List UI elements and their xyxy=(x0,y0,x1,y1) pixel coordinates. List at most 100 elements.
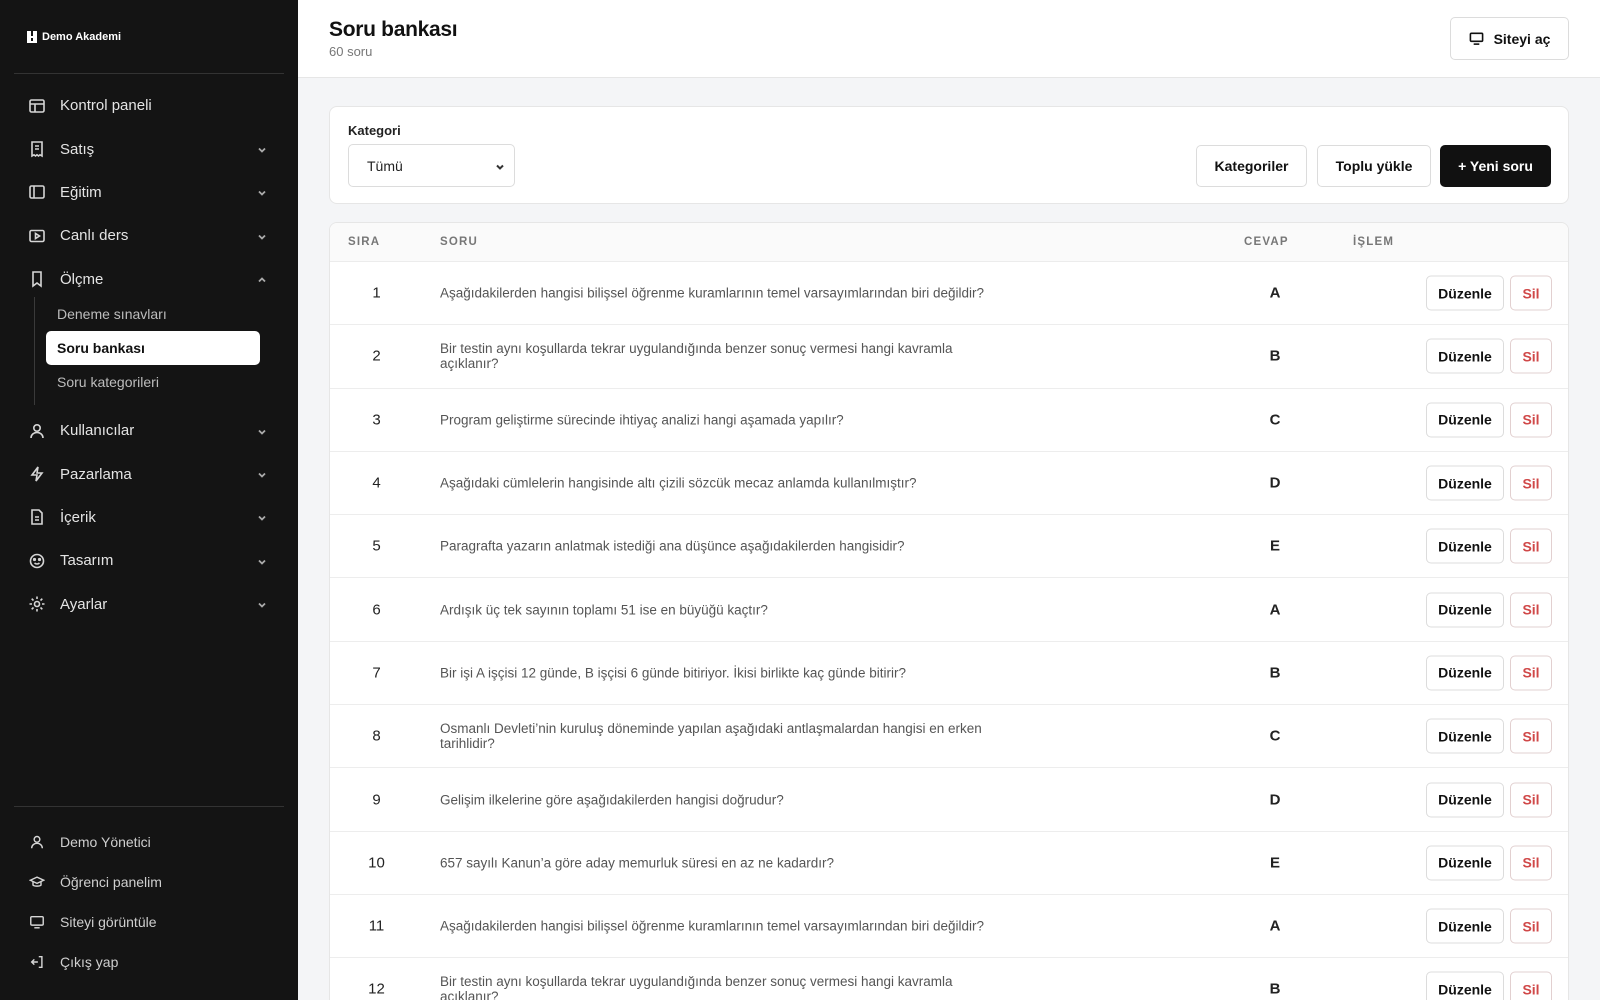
brand[interactable]: Demo Akademi xyxy=(26,30,121,44)
delete-button[interactable]: Sil xyxy=(1510,655,1552,691)
sidebar-item-label: Eğitim xyxy=(60,183,102,201)
edit-button[interactable]: Düzenle xyxy=(1426,718,1504,754)
sidebar-item-view-site[interactable]: Siteyi görüntüle xyxy=(14,902,284,942)
open-site-label: Siteyi aç xyxy=(1493,30,1551,47)
delete-button[interactable]: Sil xyxy=(1510,402,1552,438)
delete-button[interactable]: Sil xyxy=(1510,275,1552,311)
sidebar-item-icerik[interactable]: İçerik xyxy=(14,496,284,539)
book-icon xyxy=(28,183,46,201)
question-count: 60 soru xyxy=(329,44,373,59)
sidebar-item-satis[interactable]: Satış xyxy=(14,127,284,170)
chevron-up-icon xyxy=(256,273,268,285)
sidebar-item-label: Kontrol paneli xyxy=(60,97,152,115)
question-text: Bir işi A işçisi 12 günde, B işçisi 6 gü… xyxy=(440,665,906,681)
sidebar-item-label: Kullanıcılar xyxy=(60,422,135,440)
delete-button[interactable]: Sil xyxy=(1510,528,1552,564)
sidebar-divider xyxy=(14,806,284,807)
sidebar-item-profile[interactable]: Demo Yönetici xyxy=(14,822,284,862)
delete-button[interactable]: Sil xyxy=(1510,845,1552,881)
table-row: 7 Bir işi A işçisi 12 günde, B işçisi 6 g… xyxy=(330,642,1568,706)
chevron-down-icon xyxy=(256,186,268,198)
logout-icon xyxy=(28,953,46,971)
sidebar-item-canli-ders[interactable]: Canlı ders xyxy=(14,214,284,257)
chevron-down-icon xyxy=(256,425,268,437)
user-icon xyxy=(28,833,46,851)
question-text: Aşağıdaki cümlelerin hangisinde altı çiz… xyxy=(440,475,917,491)
brand-name: Demo Akademi xyxy=(42,31,122,43)
brand-logo-icon xyxy=(26,30,38,44)
categories-button[interactable]: Kategoriler xyxy=(1196,145,1307,187)
filter-card: Kategori Tümü Kategoriler Toplu yükle + … xyxy=(329,106,1569,204)
edit-button[interactable]: Düzenle xyxy=(1426,655,1504,691)
question-answer: A xyxy=(1269,917,1281,935)
question-answer: C xyxy=(1269,727,1281,745)
table-row: 8 Osmanlı Devleti’nin kuruluş döneminde y… xyxy=(330,705,1568,769)
sidebar-item-pazarlama[interactable]: Pazarlama xyxy=(14,452,284,495)
category-select[interactable]: Tümü xyxy=(348,144,515,187)
monitor-icon xyxy=(1469,32,1483,45)
question-text: Aşağıdakilerden hangisi bilişsel öğrenme… xyxy=(440,285,985,301)
question-order: 10 xyxy=(368,854,385,872)
question-answer: D xyxy=(1269,791,1281,809)
sidebar-item-tasarim[interactable]: Tasarım xyxy=(14,539,284,582)
table-row: 11 Aşağıdakilerden hangisi bilişsel öğren… xyxy=(330,895,1568,959)
bulk-upload-button[interactable]: Toplu yükle xyxy=(1317,145,1431,187)
question-answer: B xyxy=(1269,347,1281,365)
delete-button[interactable]: Sil xyxy=(1510,782,1552,818)
edit-button[interactable]: Düzenle xyxy=(1426,592,1504,628)
question-order: 11 xyxy=(368,917,385,935)
delete-button[interactable]: Sil xyxy=(1510,592,1552,628)
sidebar-item-label: Ayarlar xyxy=(60,595,108,613)
question-text: Bir testin aynı koşullarda tekrar uygula… xyxy=(440,974,953,1000)
edit-button[interactable]: Düzenle xyxy=(1426,845,1504,881)
sidebar-item-kullanicilar[interactable]: Kullanıcılar xyxy=(14,409,284,452)
gear-icon xyxy=(28,595,46,613)
question-text: Paragrafta yazarın anlatmak istediği ana… xyxy=(440,538,905,554)
sidebar-item-label: Satış xyxy=(60,140,95,158)
dashboard-icon xyxy=(28,97,46,115)
sidebar-subitem-soru-kategorileri[interactable]: Soru kategorileri xyxy=(46,365,260,399)
delete-button[interactable]: Sil xyxy=(1510,465,1552,501)
question-text: Gelişim ilkelerine göre aşağıdakilerden … xyxy=(440,792,784,808)
video-icon xyxy=(28,227,46,245)
edit-button[interactable]: Düzenle xyxy=(1426,971,1504,1000)
edit-button[interactable]: Düzenle xyxy=(1426,908,1504,944)
sidebar-item-label: Canlı ders xyxy=(60,227,129,245)
edit-button[interactable]: Düzenle xyxy=(1426,465,1504,501)
delete-button[interactable]: Sil xyxy=(1510,908,1552,944)
sidebar-item-egitim[interactable]: Eğitim xyxy=(14,171,284,214)
question-answer: D xyxy=(1269,474,1281,492)
sidebar-subitem-deneme-sinavlari[interactable]: Deneme sınavları xyxy=(46,297,260,331)
delete-button[interactable]: Sil xyxy=(1510,971,1552,1000)
delete-button[interactable]: Sil xyxy=(1510,338,1552,374)
bolt-icon xyxy=(28,465,46,483)
sidebar-item-ayarlar[interactable]: Ayarlar xyxy=(14,583,284,626)
edit-button[interactable]: Düzenle xyxy=(1426,402,1504,438)
table-row: 12 Bir testin aynı koşullarda tekrar uygu… xyxy=(330,958,1568,1000)
column-header-question: SORU xyxy=(440,236,479,248)
sidebar: Demo Akademi Kontrol paneli Satış Eğitim… xyxy=(0,0,298,1000)
edit-button[interactable]: Düzenle xyxy=(1426,275,1504,311)
question-text: Program geliştirme sürecinde ihtiyaç ana… xyxy=(440,412,844,428)
graduation-cap-icon xyxy=(28,873,46,891)
sidebar-item-student-panel[interactable]: Öğrenci panelim xyxy=(14,862,284,902)
sidebar-item-kontrol-paneli[interactable]: Kontrol paneli xyxy=(14,84,284,127)
table-row: 10 657 sayılı Kanun’a göre aday memurluk … xyxy=(330,832,1568,895)
delete-button[interactable]: Sil xyxy=(1510,718,1552,754)
column-header-action: İŞLEM xyxy=(1353,236,1395,248)
edit-button[interactable]: Düzenle xyxy=(1426,782,1504,818)
sidebar-bottom: Demo Yönetici Öğrenci panelim Siteyi gör… xyxy=(14,822,284,982)
category-select-value: Tümü xyxy=(367,157,403,174)
edit-button[interactable]: Düzenle xyxy=(1426,528,1504,564)
sidebar-item-olcme[interactable]: Ölçme xyxy=(14,258,284,301)
question-order: 9 xyxy=(372,791,381,809)
question-order: 4 xyxy=(372,474,381,492)
sidebar-item-logout[interactable]: Çıkış yap xyxy=(14,942,284,982)
table-row: 5 Paragrafta yazarın anlatmak istediği an… xyxy=(330,515,1568,579)
new-question-button[interactable]: + Yeni soru xyxy=(1440,145,1551,187)
edit-button[interactable]: Düzenle xyxy=(1426,338,1504,374)
table-row: 1 Aşağıdakilerden hangisi bilişsel öğrenm… xyxy=(330,262,1568,326)
sidebar-subitem-soru-bankasi[interactable]: Soru bankası xyxy=(46,330,260,365)
open-site-button[interactable]: Siteyi aç xyxy=(1450,17,1569,60)
sidebar-item-label: Pazarlama xyxy=(60,465,132,483)
